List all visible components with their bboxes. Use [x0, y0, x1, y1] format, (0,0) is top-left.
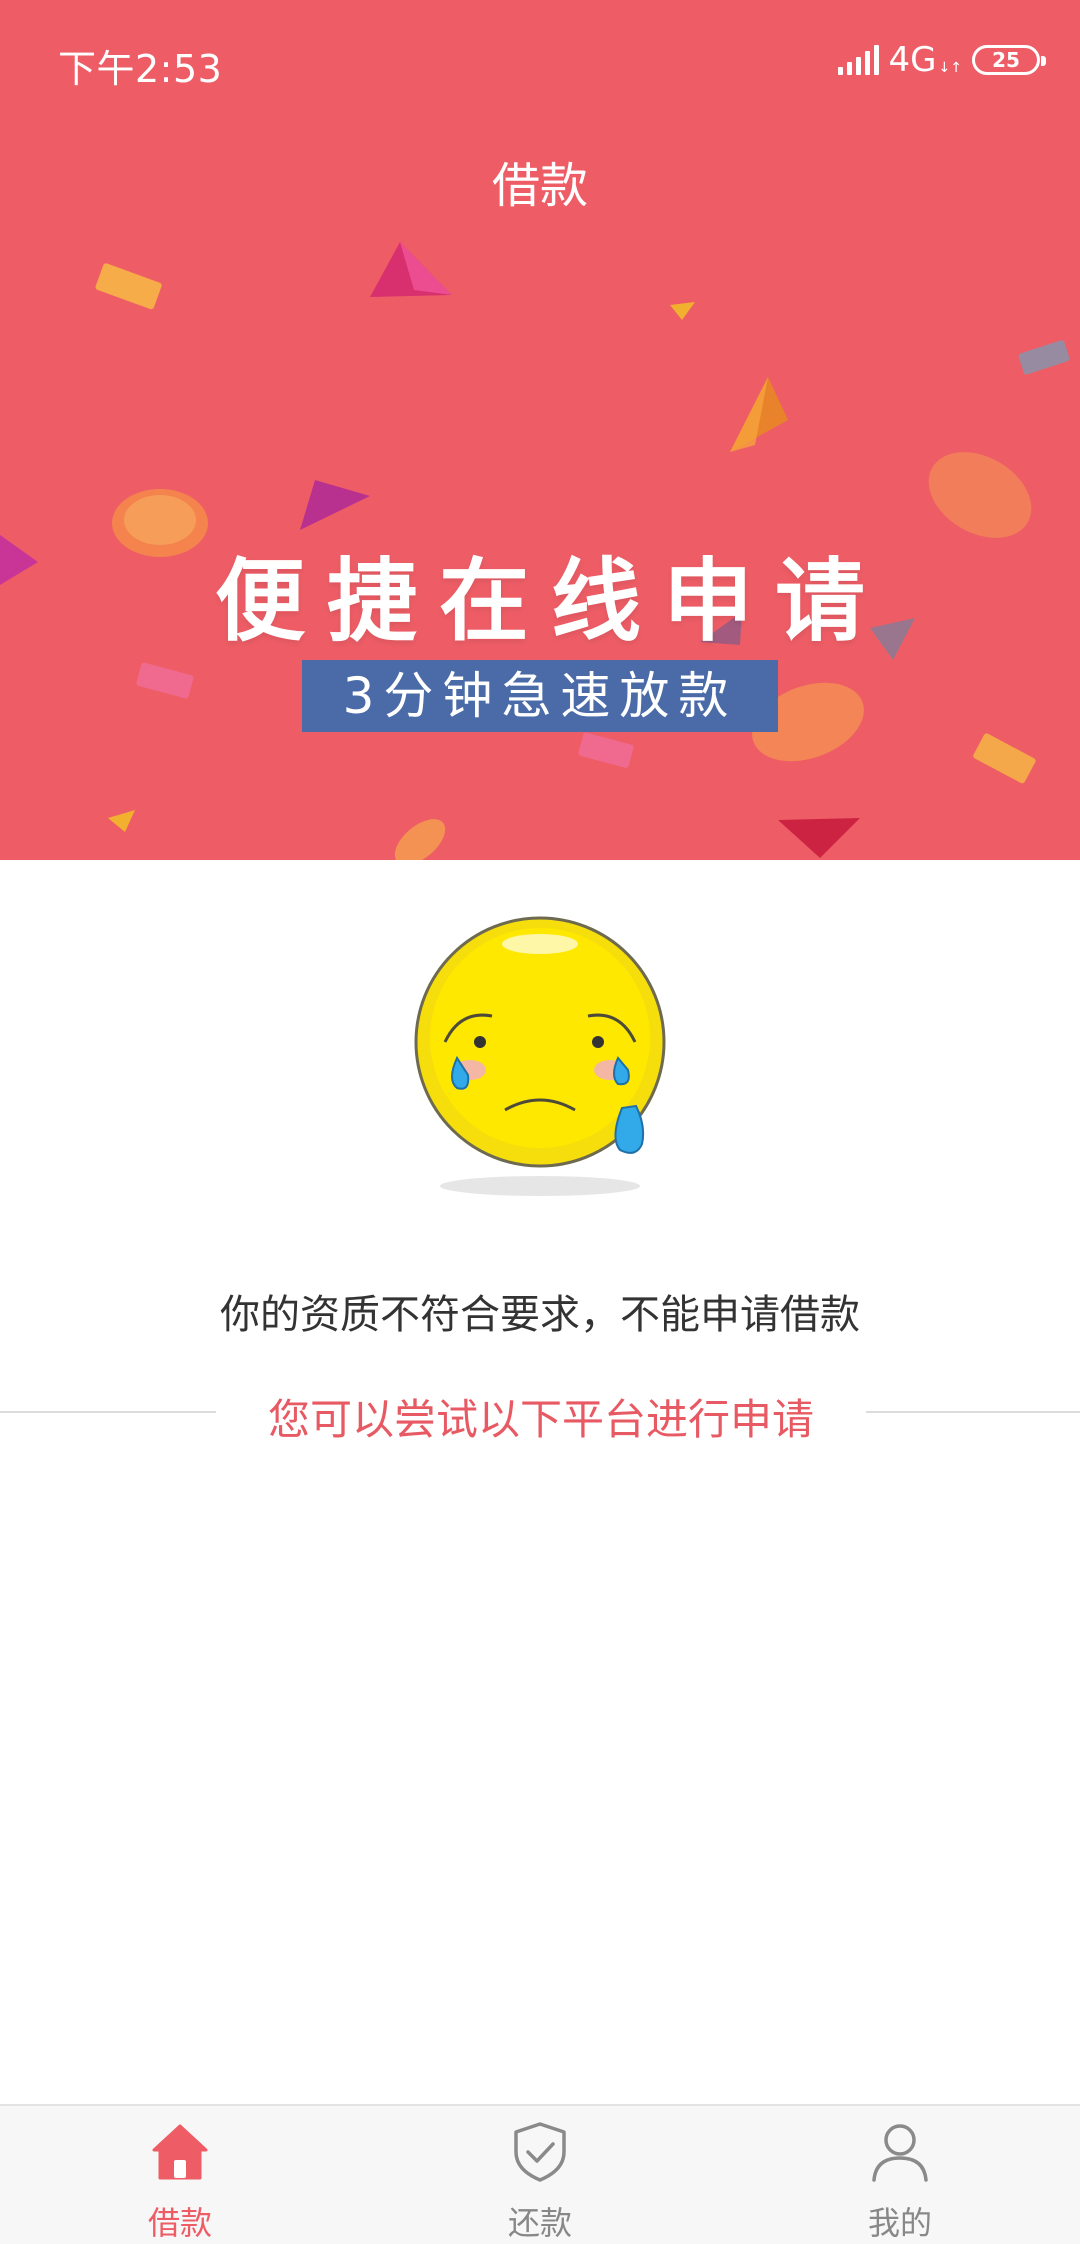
home-icon: [152, 2124, 208, 2180]
page-title: 借款: [491, 158, 588, 214]
status-bar: 下午2:53 4G ↓↑ 25: [0, 0, 1080, 120]
tab-label-mine: 我的: [867, 2204, 932, 2242]
divider-line-left: [0, 1411, 216, 1413]
tab-mine[interactable]: 我的: [720, 2106, 1080, 2244]
bottom-tab-bar: 借款 还款 我的: [0, 2104, 1080, 2244]
tab-label-borrow: 借款: [147, 2204, 212, 2242]
crying-face-icon: [414, 916, 666, 1196]
hero-banner: 下午2:53 4G ↓↑ 25 借款 便捷在线申请 3分钟急速放款: [0, 0, 1080, 860]
tab-label-repay: 还款: [507, 2204, 572, 2242]
divider-line-right: [866, 1411, 1080, 1413]
network-activity-icon: ↓↑: [938, 60, 962, 76]
shield-check-icon: [514, 2122, 566, 2182]
alternatives-hint: 您可以尝试以下平台进行申请: [267, 1395, 814, 1444]
user-icon: [872, 2124, 928, 2182]
banner-title: 便捷在线申请: [215, 549, 887, 654]
banner-subtitle: 3分钟急速放款: [302, 660, 778, 732]
ineligible-message: 你的资质不符合要求，不能申请借款: [220, 1292, 860, 1338]
network-type: 4G: [888, 40, 937, 80]
signal-icon: [837, 45, 879, 75]
battery-level: 25: [992, 48, 1020, 72]
alternatives-divider: 您可以尝试以下平台进行申请: [0, 1386, 1080, 1446]
tab-borrow[interactable]: 借款: [0, 2106, 360, 2244]
battery-icon: 25: [972, 45, 1046, 75]
tab-repay[interactable]: 还款: [360, 2106, 720, 2244]
status-time: 下午2:53: [58, 47, 223, 91]
